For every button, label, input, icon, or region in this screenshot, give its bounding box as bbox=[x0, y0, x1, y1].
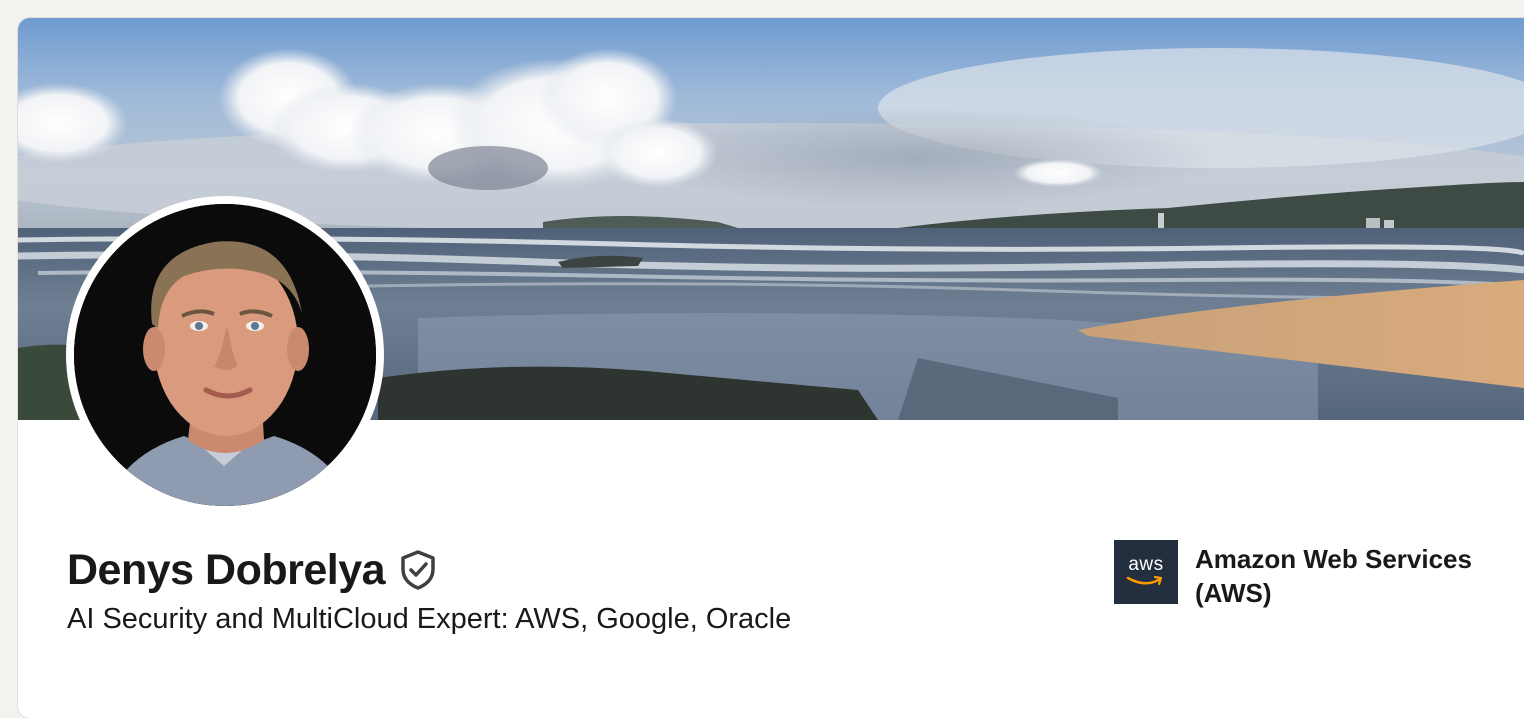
avatar bbox=[74, 204, 376, 506]
aws-smile-icon bbox=[1126, 575, 1163, 586]
aws-logo-icon: aws bbox=[1114, 540, 1178, 604]
verified-shield-icon[interactable] bbox=[399, 549, 437, 591]
profile-headline: AI Security and MultiCloud Expert: AWS, … bbox=[67, 603, 792, 635]
profile-name: Denys Dobrelya bbox=[67, 545, 386, 594]
aws-logo-text: aws bbox=[1128, 554, 1164, 575]
profile-card: Denys Dobrelya AI Security and MultiClou… bbox=[18, 18, 1524, 718]
company-name: Amazon Web Services (AWS) bbox=[1195, 544, 1472, 608]
profile-photo[interactable] bbox=[66, 196, 384, 514]
profile-name-row: Denys Dobrelya bbox=[67, 542, 437, 598]
current-company[interactable]: aws Amazon Web Services (AWS) bbox=[1114, 540, 1524, 610]
